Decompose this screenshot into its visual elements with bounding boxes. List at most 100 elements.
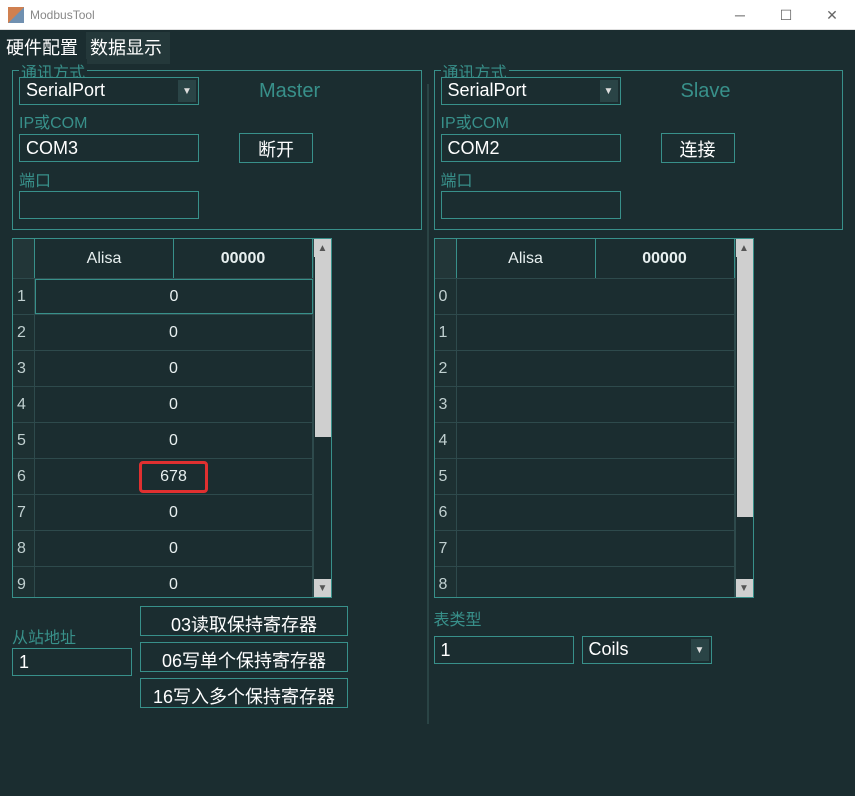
role-label-master: Master <box>259 80 320 103</box>
value-cell[interactable]: 0 <box>35 387 313 422</box>
value-cell[interactable]: 0 <box>35 279 313 314</box>
table-row[interactable]: 80 <box>13 531 313 567</box>
value-cell[interactable]: 0 <box>35 567 313 597</box>
close-button[interactable]: ✕ <box>809 0 855 30</box>
port-label-right: 端口 <box>441 167 837 191</box>
table-row[interactable]: 70 <box>13 495 313 531</box>
row-number: 7 <box>13 495 35 530</box>
value-cell[interactable] <box>457 351 735 386</box>
slave-table: Alisa 00000 012345678 ▲ ▼ <box>434 238 754 598</box>
col-alias-left: Alisa <box>35 239 174 278</box>
table-row[interactable]: 7 <box>435 531 735 567</box>
row-number: 6 <box>435 495 457 530</box>
value-cell[interactable]: 0 <box>35 351 313 386</box>
row-number: 4 <box>435 423 457 458</box>
slave-addr-label: 从站地址 <box>12 624 132 648</box>
ipcom-label-right: IP或COM <box>441 109 837 133</box>
row-number: 8 <box>13 531 35 566</box>
value-cell[interactable]: 678 <box>35 459 313 494</box>
app-icon <box>8 7 24 23</box>
row-number: 2 <box>13 315 35 350</box>
value-cell[interactable]: 0 <box>35 531 313 566</box>
chevron-down-icon: ▼ <box>600 80 618 102</box>
slave-addr-input[interactable] <box>12 648 132 676</box>
row-number: 5 <box>435 459 457 494</box>
fn16-button[interactable]: 16写入多个保持寄存器 <box>140 678 348 708</box>
chevron-down-icon: ▼ <box>178 80 196 102</box>
table-row[interactable]: 30 <box>13 351 313 387</box>
table-row[interactable]: 6 <box>435 495 735 531</box>
port-input-right[interactable] <box>441 191 621 219</box>
table-row[interactable]: 1 <box>435 315 735 351</box>
table-row[interactable]: 40 <box>13 387 313 423</box>
table-row[interactable]: 0 <box>435 279 735 315</box>
col-alias-right: Alisa <box>457 239 596 278</box>
fn06-button[interactable]: 06写单个保持寄存器 <box>140 642 348 672</box>
highlight-box: 678 <box>139 461 208 493</box>
value-cell[interactable] <box>457 279 735 314</box>
table-row[interactable]: 50 <box>13 423 313 459</box>
ipcom-input-right[interactable] <box>441 134 621 162</box>
slave-table-scrollbar[interactable]: ▲ ▼ <box>735 239 753 597</box>
chevron-down-icon: ▼ <box>691 639 709 661</box>
connect-button[interactable]: 连接 <box>661 133 735 163</box>
tabletype-select-value: Coils <box>589 639 629 659</box>
port-input-left[interactable] <box>19 191 199 219</box>
master-pane: 通讯方式 SerialPort ▼ Master IP或COM 断开 端口 <box>6 68 428 710</box>
value-cell[interactable] <box>457 423 735 458</box>
disconnect-button[interactable]: 断开 <box>239 133 313 163</box>
value-cell[interactable]: 0 <box>35 423 313 458</box>
row-number: 3 <box>13 351 35 386</box>
slave-pane: 通讯方式 SerialPort ▼ Slave IP或COM 连接 端口 <box>428 68 850 710</box>
scroll-up-icon[interactable]: ▲ <box>736 239 753 257</box>
row-header-blank <box>13 239 35 278</box>
tabletype-select[interactable]: Coils ▼ <box>582 636 712 664</box>
ipcom-input-left[interactable] <box>19 134 199 162</box>
maximize-button[interactable]: ☐ <box>763 0 809 30</box>
row-number: 7 <box>435 531 457 566</box>
col-value-right: 00000 <box>596 239 735 278</box>
table-row[interactable]: 5 <box>435 459 735 495</box>
table-row[interactable]: 8 <box>435 567 735 597</box>
value-cell[interactable]: 0 <box>35 315 313 350</box>
value-cell[interactable] <box>457 387 735 422</box>
scroll-thumb-right[interactable] <box>737 257 753 517</box>
table-row[interactable]: 2 <box>435 351 735 387</box>
port-label-left: 端口 <box>19 167 415 191</box>
row-header-blank-right <box>435 239 457 278</box>
minimize-button[interactable]: ─ <box>717 0 763 30</box>
menu-datadisplay[interactable]: 数据显示 <box>86 32 170 64</box>
table-row[interactable]: 4 <box>435 423 735 459</box>
menubar: 硬件配置 数据显示 <box>0 30 855 64</box>
ipcom-label-left: IP或COM <box>19 109 415 133</box>
master-table-scrollbar[interactable]: ▲ ▼ <box>313 239 331 597</box>
table-row[interactable]: 3 <box>435 387 735 423</box>
value-cell[interactable]: 0 <box>35 495 313 530</box>
commtype-select-left[interactable]: SerialPort ▼ <box>19 77 199 105</box>
value-cell[interactable] <box>457 495 735 530</box>
commtype-select-right[interactable]: SerialPort ▼ <box>441 77 621 105</box>
row-number: 4 <box>13 387 35 422</box>
col-value-left: 00000 <box>174 239 313 278</box>
tabletype-index-input[interactable] <box>434 636 574 664</box>
scroll-up-icon[interactable]: ▲ <box>314 239 331 257</box>
value-cell[interactable] <box>457 459 735 494</box>
master-table: Alisa 00000 10203040506678708090 ▲ ▼ <box>12 238 332 598</box>
fn03-button[interactable]: 03读取保持寄存器 <box>140 606 348 636</box>
row-number: 1 <box>435 315 457 350</box>
table-row[interactable]: 6678 <box>13 459 313 495</box>
value-cell[interactable] <box>457 531 735 566</box>
value-cell[interactable] <box>457 567 735 597</box>
table-row[interactable]: 20 <box>13 315 313 351</box>
titlebar: ModbusTool ─ ☐ ✕ <box>0 0 855 30</box>
scroll-down-icon[interactable]: ▼ <box>736 579 753 597</box>
table-row[interactable]: 10 <box>13 279 313 315</box>
table-row[interactable]: 90 <box>13 567 313 597</box>
scroll-thumb[interactable] <box>315 257 331 437</box>
tabletype-label: 表类型 <box>434 606 574 630</box>
row-number: 9 <box>13 567 35 597</box>
master-conn-group: 通讯方式 SerialPort ▼ Master IP或COM 断开 端口 <box>12 70 422 230</box>
scroll-down-icon[interactable]: ▼ <box>314 579 331 597</box>
commtype-select-value: SerialPort <box>26 80 105 100</box>
value-cell[interactable] <box>457 315 735 350</box>
